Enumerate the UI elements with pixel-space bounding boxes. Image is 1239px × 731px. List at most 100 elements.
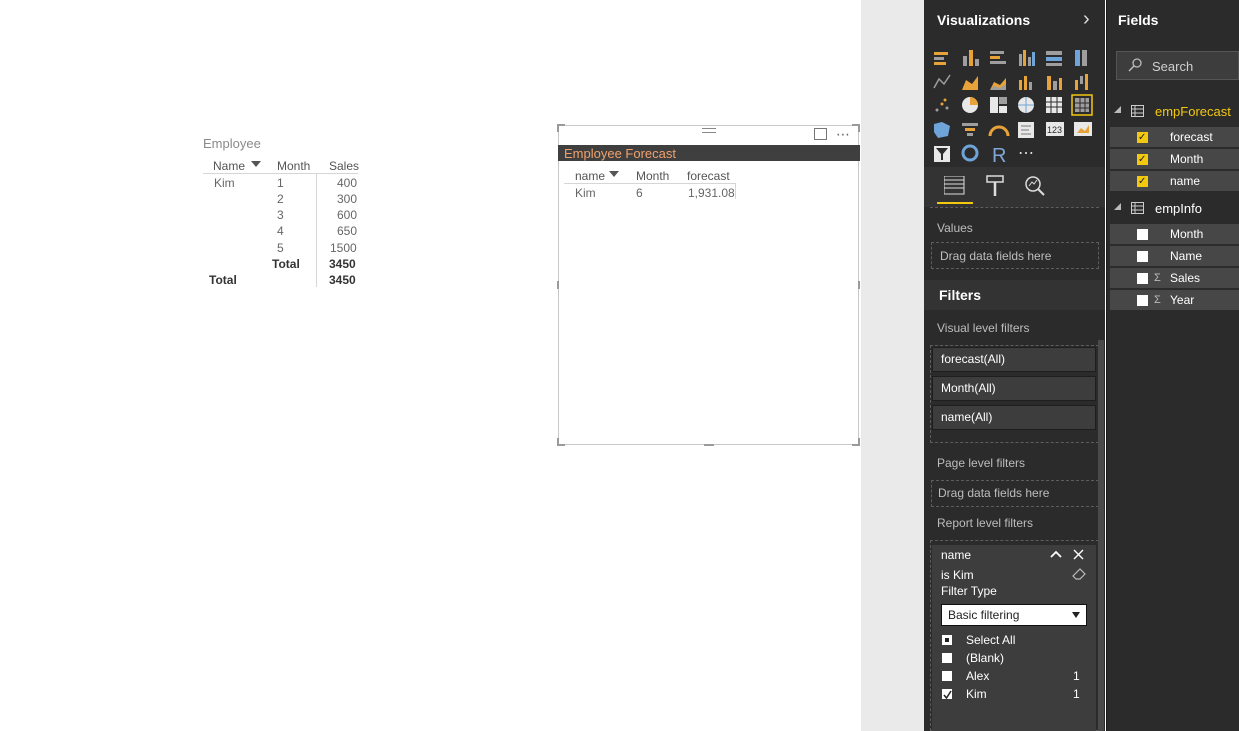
100-stacked-column-chart-icon xyxy=(1075,50,1087,66)
drag-grip-icon[interactable] xyxy=(702,132,716,133)
table-icon xyxy=(1131,202,1144,214)
employee-header-sales[interactable]: Sales xyxy=(329,159,359,173)
employee-header-name[interactable]: Name xyxy=(213,159,245,173)
visual-filters-drop-zone[interactable] xyxy=(930,345,1099,443)
filter-type-dropdown[interactable]: Basic filtering xyxy=(941,604,1087,626)
field-label: Sales xyxy=(1170,271,1201,285)
drag-grip-icon[interactable] xyxy=(702,128,716,129)
sort-descending-icon[interactable] xyxy=(609,171,619,177)
resize-handle-bottom[interactable] xyxy=(704,444,714,446)
page-level-filters-label: Page level filters xyxy=(937,456,1026,470)
checkmark-icon: ✓ xyxy=(1138,132,1147,143)
filled-map-icon xyxy=(934,122,950,138)
filter-type-label: Filter Type xyxy=(941,584,997,598)
expand-triangle-icon[interactable] xyxy=(1114,203,1122,211)
more-options-icon[interactable]: ⋯ xyxy=(836,126,851,143)
employee-cell-sales: 650 xyxy=(337,224,358,238)
filter-type-value: Basic filtering xyxy=(948,608,1020,622)
arcgis-map-icon xyxy=(961,144,979,162)
filter-option-label: Kim xyxy=(966,687,987,701)
report-filter-field: name xyxy=(941,548,972,562)
format-paint-roller-icon[interactable] xyxy=(985,175,1005,197)
field-checkbox[interactable] xyxy=(1137,295,1148,306)
sigma-icon: Σ xyxy=(1154,272,1161,284)
field-label: name xyxy=(1170,174,1201,188)
area-chart-icon xyxy=(962,76,978,90)
card-icon: 123 xyxy=(1046,122,1064,136)
resize-handle-bottom-right[interactable] xyxy=(858,438,860,446)
checkmark-icon: ✓ xyxy=(1138,176,1147,187)
ribbon-chart-icon xyxy=(1047,76,1062,90)
field-table-name[interactable]: empInfo xyxy=(1155,201,1202,216)
forecast-cell-forecast: 1,931.08 xyxy=(688,186,735,200)
card-icon-label: 123 xyxy=(1047,125,1062,135)
collapse-pane-icon[interactable]: › xyxy=(1083,8,1090,31)
matrix-icon xyxy=(1071,94,1093,116)
field-checkbox[interactable] xyxy=(1137,229,1148,240)
field-label: Month xyxy=(1170,227,1204,241)
sigma-icon: Σ xyxy=(1154,294,1161,306)
employee-cell-month: 3 xyxy=(277,208,284,222)
employee-total-label: Total xyxy=(209,273,237,287)
resize-handle-top-right[interactable] xyxy=(858,124,860,132)
r-script-visual-icon: R xyxy=(992,145,1006,167)
close-icon[interactable] xyxy=(1073,549,1084,560)
filters-scrollbar[interactable] xyxy=(1098,340,1104,731)
analytics-magnifier-icon[interactable] xyxy=(1024,175,1046,197)
clustered-column-chart-icon xyxy=(1019,50,1035,66)
values-drop-text: Drag data fields here xyxy=(940,249,1052,263)
forecast-header-forecast[interactable]: forecast xyxy=(687,169,730,183)
clear-filter-eraser-icon[interactable] xyxy=(1072,568,1086,580)
alex-option-checkbox[interactable] xyxy=(942,671,952,681)
funnel-chart-icon xyxy=(962,123,978,136)
resize-handle-top-left[interactable] xyxy=(557,124,559,132)
employee-cell-name: Kim xyxy=(214,176,235,190)
stacked-column-chart-icon xyxy=(963,50,979,66)
employee-cell-sales: 300 xyxy=(337,192,358,206)
100-stacked-bar-chart-icon xyxy=(1046,51,1062,66)
forecast-header-month[interactable]: Month xyxy=(636,169,669,183)
canvas-gutter xyxy=(861,0,924,731)
employee-header-month[interactable]: Month xyxy=(277,159,310,173)
blank-option-checkbox[interactable] xyxy=(942,653,952,663)
resize-handle-left[interactable] xyxy=(557,281,559,289)
expand-triangle-icon[interactable] xyxy=(1114,106,1122,114)
column-divider xyxy=(735,184,736,199)
field-checkbox[interactable] xyxy=(1137,273,1148,284)
forecast-visual-title: Employee Forecast xyxy=(564,146,676,161)
checkmark-icon xyxy=(943,690,952,699)
visual-level-filters-label: Visual level filters xyxy=(937,321,1030,335)
resize-handle-bottom-left[interactable] xyxy=(557,438,559,446)
kpi-icon xyxy=(1074,122,1092,136)
sort-descending-icon[interactable] xyxy=(251,161,261,167)
dropdown-arrow-icon[interactable] xyxy=(1072,612,1080,618)
divider xyxy=(930,207,1099,209)
focus-mode-icon[interactable] xyxy=(814,128,827,140)
stacked-area-chart-icon xyxy=(990,78,1006,90)
field-table-name[interactable]: empForecast xyxy=(1155,104,1231,119)
filter-option-count: 1 xyxy=(1073,687,1080,701)
employee-cell-month: 4 xyxy=(277,224,284,238)
active-tab-indicator xyxy=(937,202,973,204)
report-level-filters-label: Report level filters xyxy=(937,516,1034,530)
resize-handle-right[interactable] xyxy=(858,281,860,289)
line-chart-icon xyxy=(933,74,951,89)
employee-subtotal-label: Total xyxy=(272,257,300,271)
waterfall-chart-icon xyxy=(1075,74,1088,90)
map-icon xyxy=(1018,97,1034,113)
report-filter-condition: is Kim xyxy=(941,568,974,582)
fields-tab-icon[interactable] xyxy=(944,176,966,196)
multi-row-card-icon xyxy=(1018,122,1034,138)
collapse-chevron-up-icon[interactable] xyxy=(1050,549,1062,559)
forecast-header-name[interactable]: name xyxy=(575,169,605,183)
filter-option-label: Select All xyxy=(966,633,1016,647)
search-placeholder: Search xyxy=(1152,59,1194,74)
slicer-icon xyxy=(934,146,950,162)
values-label: Values xyxy=(937,221,973,235)
stacked-bar-chart-icon xyxy=(934,52,948,65)
page-filters-drop-text: Drag data fields here xyxy=(938,486,1050,500)
visual-types-grid[interactable]: 123 R ⋯ xyxy=(930,46,1100,168)
employee-cell-sales: 1500 xyxy=(330,241,357,255)
employee-total-value: 3450 xyxy=(329,273,356,287)
field-checkbox[interactable] xyxy=(1137,251,1148,262)
